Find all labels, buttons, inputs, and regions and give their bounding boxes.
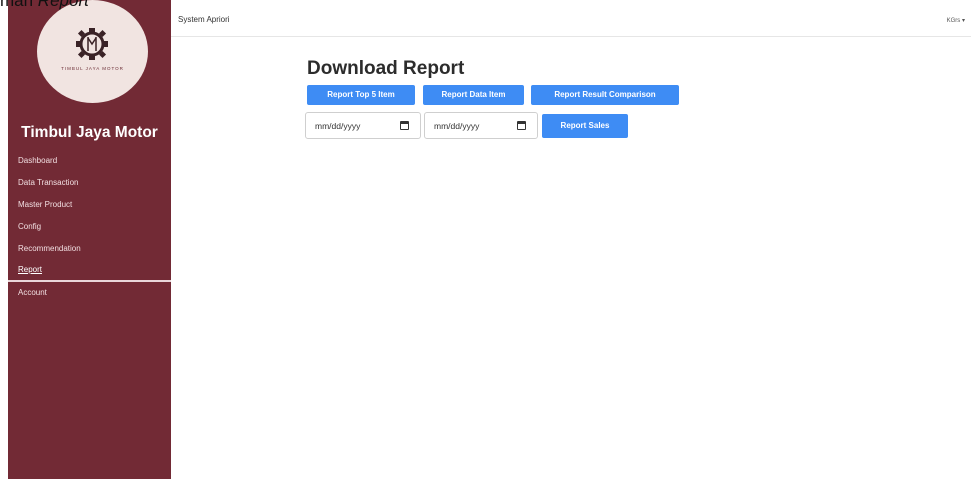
calendar-icon[interactable] xyxy=(517,121,526,130)
sidebar-item-account[interactable]: Account xyxy=(8,282,171,304)
sidebar-item-dashboard[interactable]: Dashboard xyxy=(8,150,171,172)
report-comparison-button[interactable]: Report Result Comparison xyxy=(531,85,679,105)
sidebar-item-report[interactable]: Report xyxy=(8,260,171,282)
start-date-input[interactable]: mm/dd/yyyy xyxy=(305,112,421,139)
logo: TIMBUL JAYA MOTOR xyxy=(37,0,148,103)
report-top5-button[interactable]: Report Top 5 Item xyxy=(307,85,415,105)
logo-text: TIMBUL JAYA MOTOR xyxy=(61,66,124,71)
start-date-placeholder: mm/dd/yyyy xyxy=(315,121,361,131)
report-sales-button[interactable]: Report Sales xyxy=(542,114,628,138)
figure-caption: man Report xyxy=(0,0,89,10)
sidebar-item-master-product[interactable]: Master Product xyxy=(8,194,171,216)
sidebar-item-data-transaction[interactable]: Data Transaction xyxy=(8,172,171,194)
user-menu[interactable]: KGrs ▾ xyxy=(947,17,965,24)
gear-logo-icon xyxy=(76,28,108,60)
calendar-icon[interactable] xyxy=(400,121,409,130)
sidebar-item-recommendation[interactable]: Recommendation xyxy=(8,238,171,260)
report-data-item-button[interactable]: Report Data Item xyxy=(423,85,524,105)
sidebar: TIMBUL JAYA MOTOR Timbul Jaya Motor Dash… xyxy=(8,0,171,479)
sidebar-item-config[interactable]: Config xyxy=(8,216,171,238)
top-navbar: System Apriori KGrs ▾ xyxy=(171,0,971,37)
sidebar-menu: Dashboard Data Transaction Master Produc… xyxy=(8,150,171,304)
brand-name: Timbul Jaya Motor xyxy=(21,124,158,141)
end-date-input[interactable]: mm/dd/yyyy xyxy=(424,112,538,139)
app-title: System Apriori xyxy=(178,15,230,24)
end-date-placeholder: mm/dd/yyyy xyxy=(434,121,480,131)
page-title: Download Report xyxy=(307,58,465,79)
